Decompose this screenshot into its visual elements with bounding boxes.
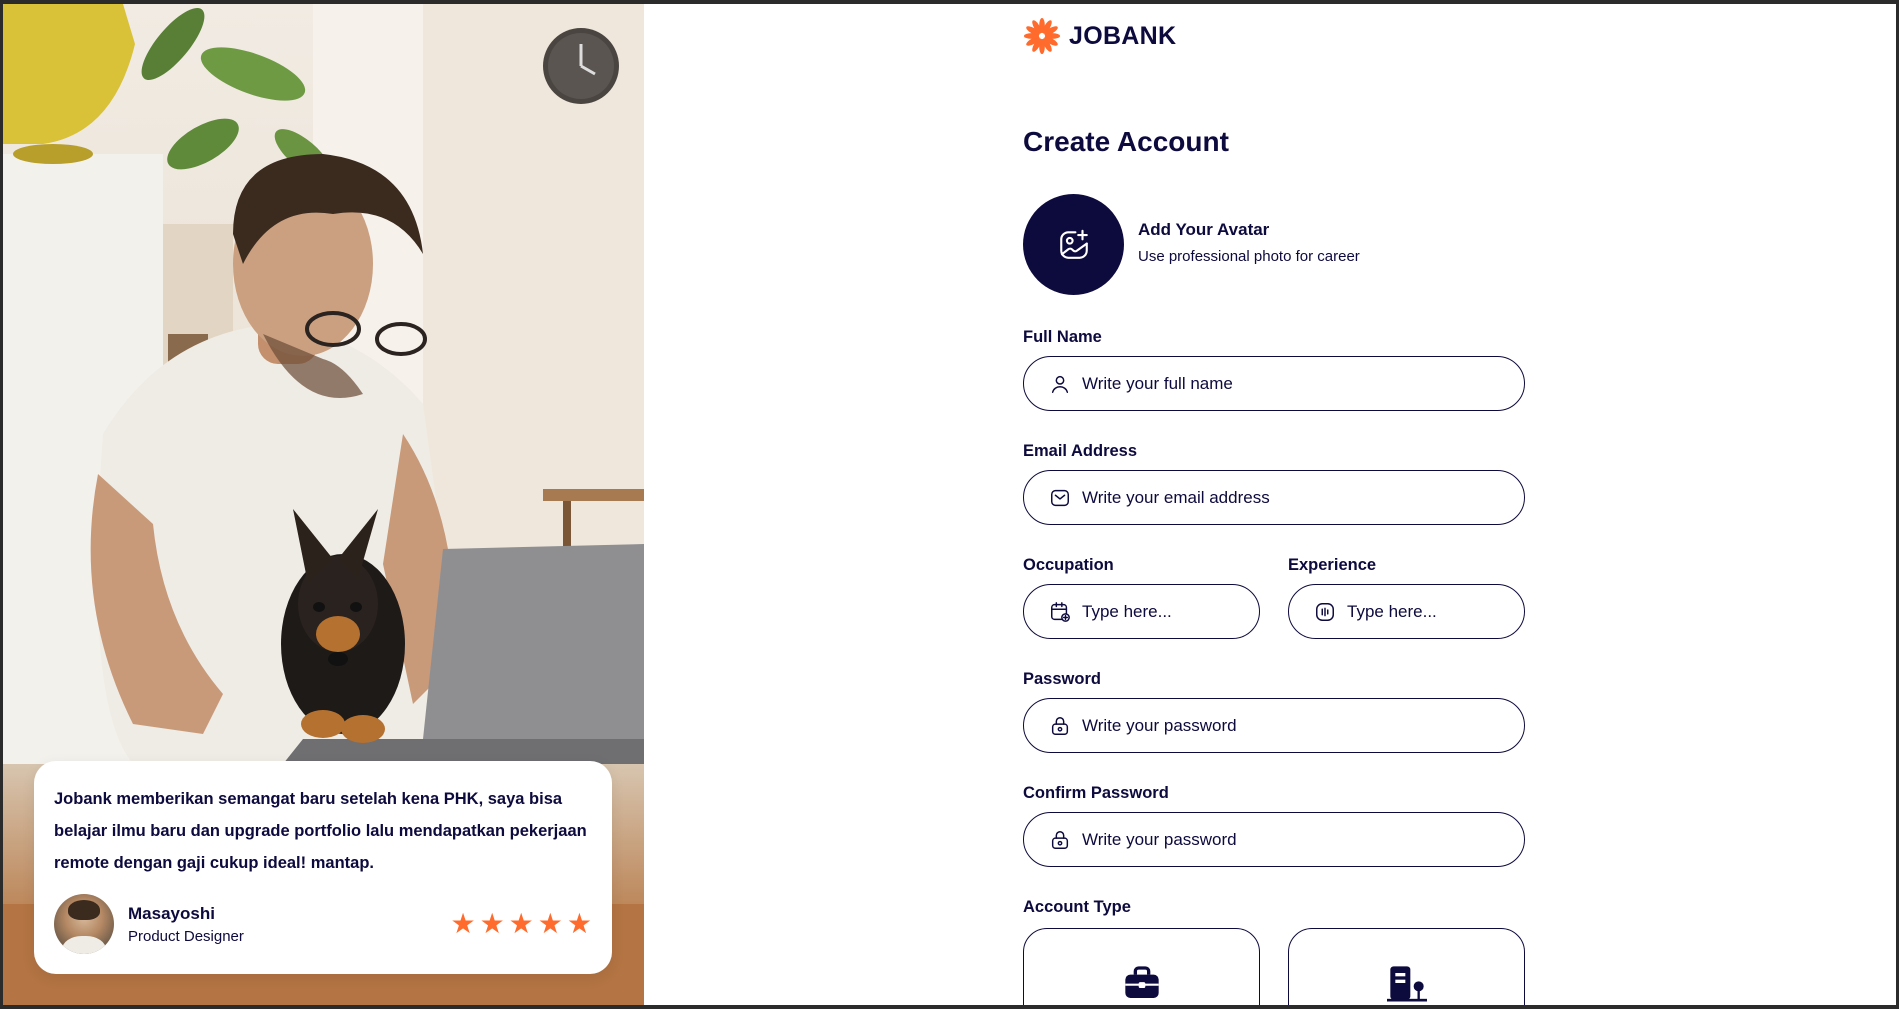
experience-field[interactable] bbox=[1288, 584, 1525, 639]
add-image-icon bbox=[1059, 229, 1088, 259]
reviewer-avatar bbox=[54, 894, 114, 954]
confirm-password-label: Confirm Password bbox=[1023, 784, 1169, 802]
brand-logo[interactable]: JOBANK bbox=[1023, 17, 1176, 55]
avatar-title: Add Your Avatar bbox=[1138, 220, 1270, 239]
experience-label: Experience bbox=[1288, 556, 1377, 574]
full-name-input[interactable] bbox=[1082, 373, 1524, 394]
rating-stars: ★ ★ ★ ★ ★ bbox=[450, 910, 592, 938]
account-type-label: Account Type bbox=[1023, 898, 1131, 916]
experience-input[interactable] bbox=[1347, 601, 1524, 622]
occupation-input[interactable] bbox=[1082, 601, 1259, 622]
testimonial-card: Jobank memberikan semangat baru setelah … bbox=[34, 761, 612, 974]
avatar-subtitle: Use professional photo for career bbox=[1138, 248, 1360, 265]
page-title: Create Account bbox=[1023, 126, 1229, 157]
password-label: Password bbox=[1023, 670, 1101, 688]
reviewer-role: Product Designer bbox=[128, 927, 244, 945]
reviewer-name: Masayoshi bbox=[128, 903, 215, 923]
reviewer-info: Masayoshi Product Designer bbox=[128, 904, 244, 945]
occupation-label: Occupation bbox=[1023, 556, 1114, 574]
level-icon bbox=[1313, 600, 1337, 624]
full-name-label: Full Name bbox=[1023, 328, 1102, 346]
account-type-jobseeker[interactable] bbox=[1023, 928, 1260, 1005]
full-name-field[interactable] bbox=[1023, 356, 1525, 411]
lock-icon bbox=[1048, 714, 1072, 738]
add-avatar-button[interactable] bbox=[1023, 194, 1124, 295]
email-label: Email Address bbox=[1023, 442, 1138, 460]
mail-icon bbox=[1048, 486, 1072, 510]
password-field[interactable] bbox=[1023, 698, 1525, 753]
confirm-password-input[interactable] bbox=[1082, 829, 1524, 850]
account-type-company[interactable] bbox=[1288, 928, 1525, 1005]
star-icon: ★ bbox=[537, 907, 563, 940]
lock-icon bbox=[1048, 828, 1072, 852]
password-input[interactable] bbox=[1082, 715, 1524, 736]
flower-logo-icon bbox=[1023, 17, 1061, 55]
star-icon: ★ bbox=[508, 907, 534, 940]
app-window: Jobank memberikan semangat baru setelah … bbox=[3, 4, 1896, 1005]
reviewer: Masayoshi Product Designer bbox=[54, 894, 244, 954]
hero-photo: Jobank memberikan semangat baru setelah … bbox=[3, 4, 644, 1005]
occupation-field[interactable] bbox=[1023, 584, 1260, 639]
building-icon bbox=[1386, 966, 1427, 1002]
star-icon: ★ bbox=[566, 907, 592, 940]
confirm-password-field[interactable] bbox=[1023, 812, 1525, 867]
user-icon bbox=[1048, 372, 1072, 396]
testimonial-text: Jobank memberikan semangat baru setelah … bbox=[54, 790, 587, 872]
star-icon: ★ bbox=[450, 907, 476, 940]
email-input[interactable] bbox=[1082, 487, 1524, 508]
email-field[interactable] bbox=[1023, 470, 1525, 525]
briefcase-icon bbox=[1124, 966, 1159, 998]
brand-name: JOBANK bbox=[1069, 21, 1177, 50]
calendar-add-icon bbox=[1048, 600, 1072, 624]
star-icon: ★ bbox=[479, 907, 505, 940]
